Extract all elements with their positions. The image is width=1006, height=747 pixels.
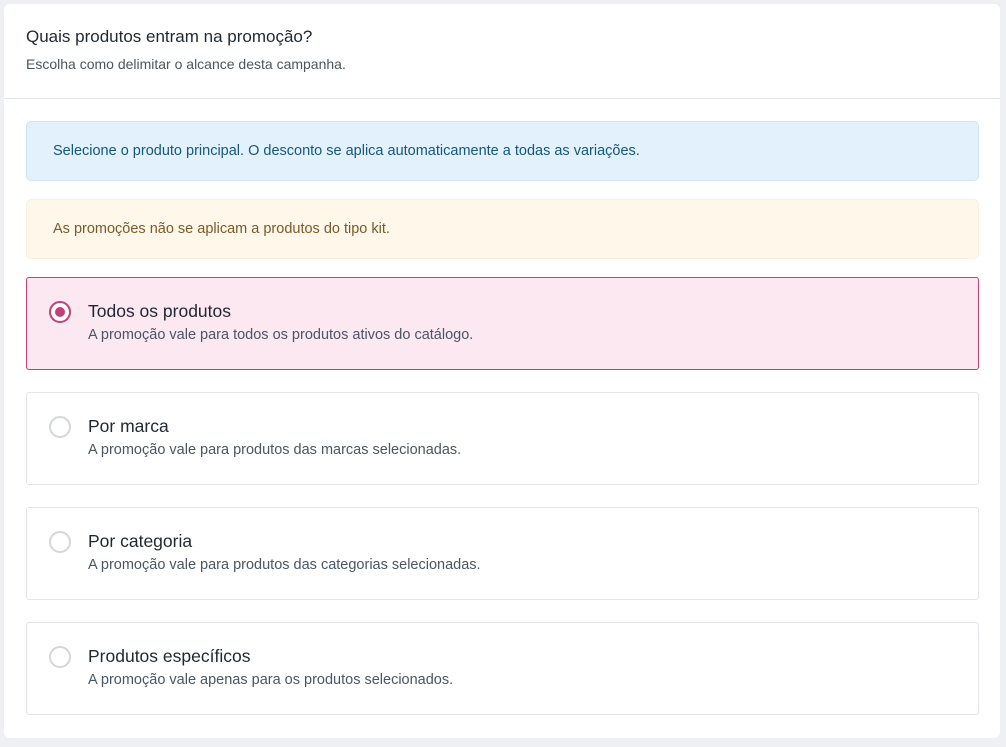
radio-dot-icon [55, 307, 65, 317]
option-by-category[interactable]: Por categoria A promoção vale para produ… [26, 507, 979, 600]
option-title: Produtos específicos [88, 646, 251, 666]
info-alert: Selecione o produto principal. O descont… [26, 121, 979, 181]
radio-button[interactable] [49, 531, 71, 553]
option-description: A promoção vale para todos os produtos a… [88, 327, 474, 343]
radio-button[interactable] [49, 646, 71, 668]
card-title: Quais produtos entram na promoção? [26, 27, 313, 46]
radio-button[interactable] [49, 416, 71, 438]
option-description: A promoção vale para produtos das marcas… [88, 442, 462, 458]
card-body: Selecione o produto principal. O descont… [4, 99, 1000, 715]
card-header: Quais produtos entram na promoção? Escol… [4, 4, 1000, 99]
promotion-scope-card: Quais produtos entram na promoção? Escol… [4, 4, 1000, 738]
option-text: Todos os produtos A promoção vale para t… [88, 300, 473, 344]
option-description: A promoção vale para produtos das catego… [88, 557, 481, 573]
card-subtitle: Escolha como delimitar o alcance desta c… [26, 56, 346, 72]
warning-alert: As promoções não se aplicam a produtos d… [26, 199, 979, 259]
info-alert-text: Selecione o produto principal. O descont… [53, 143, 640, 159]
option-text: Por marca A promoção vale para produtos … [88, 415, 461, 459]
option-description: A promoção vale apenas para os produtos … [88, 672, 454, 688]
option-all-products[interactable]: Todos os produtos A promoção vale para t… [26, 277, 979, 370]
scope-options: Todos os produtos A promoção vale para t… [26, 277, 979, 715]
warning-alert-text: As promoções não se aplicam a produtos d… [53, 221, 390, 237]
option-title: Por marca [88, 416, 169, 436]
option-text: Por categoria A promoção vale para produ… [88, 530, 481, 574]
radio-button[interactable] [49, 301, 71, 323]
option-title: Todos os produtos [88, 301, 232, 321]
option-by-brand[interactable]: Por marca A promoção vale para produtos … [26, 392, 979, 485]
option-title: Por categoria [88, 531, 193, 551]
option-text: Produtos específicos A promoção vale ape… [88, 645, 453, 689]
option-specific-products[interactable]: Produtos específicos A promoção vale ape… [26, 622, 979, 715]
